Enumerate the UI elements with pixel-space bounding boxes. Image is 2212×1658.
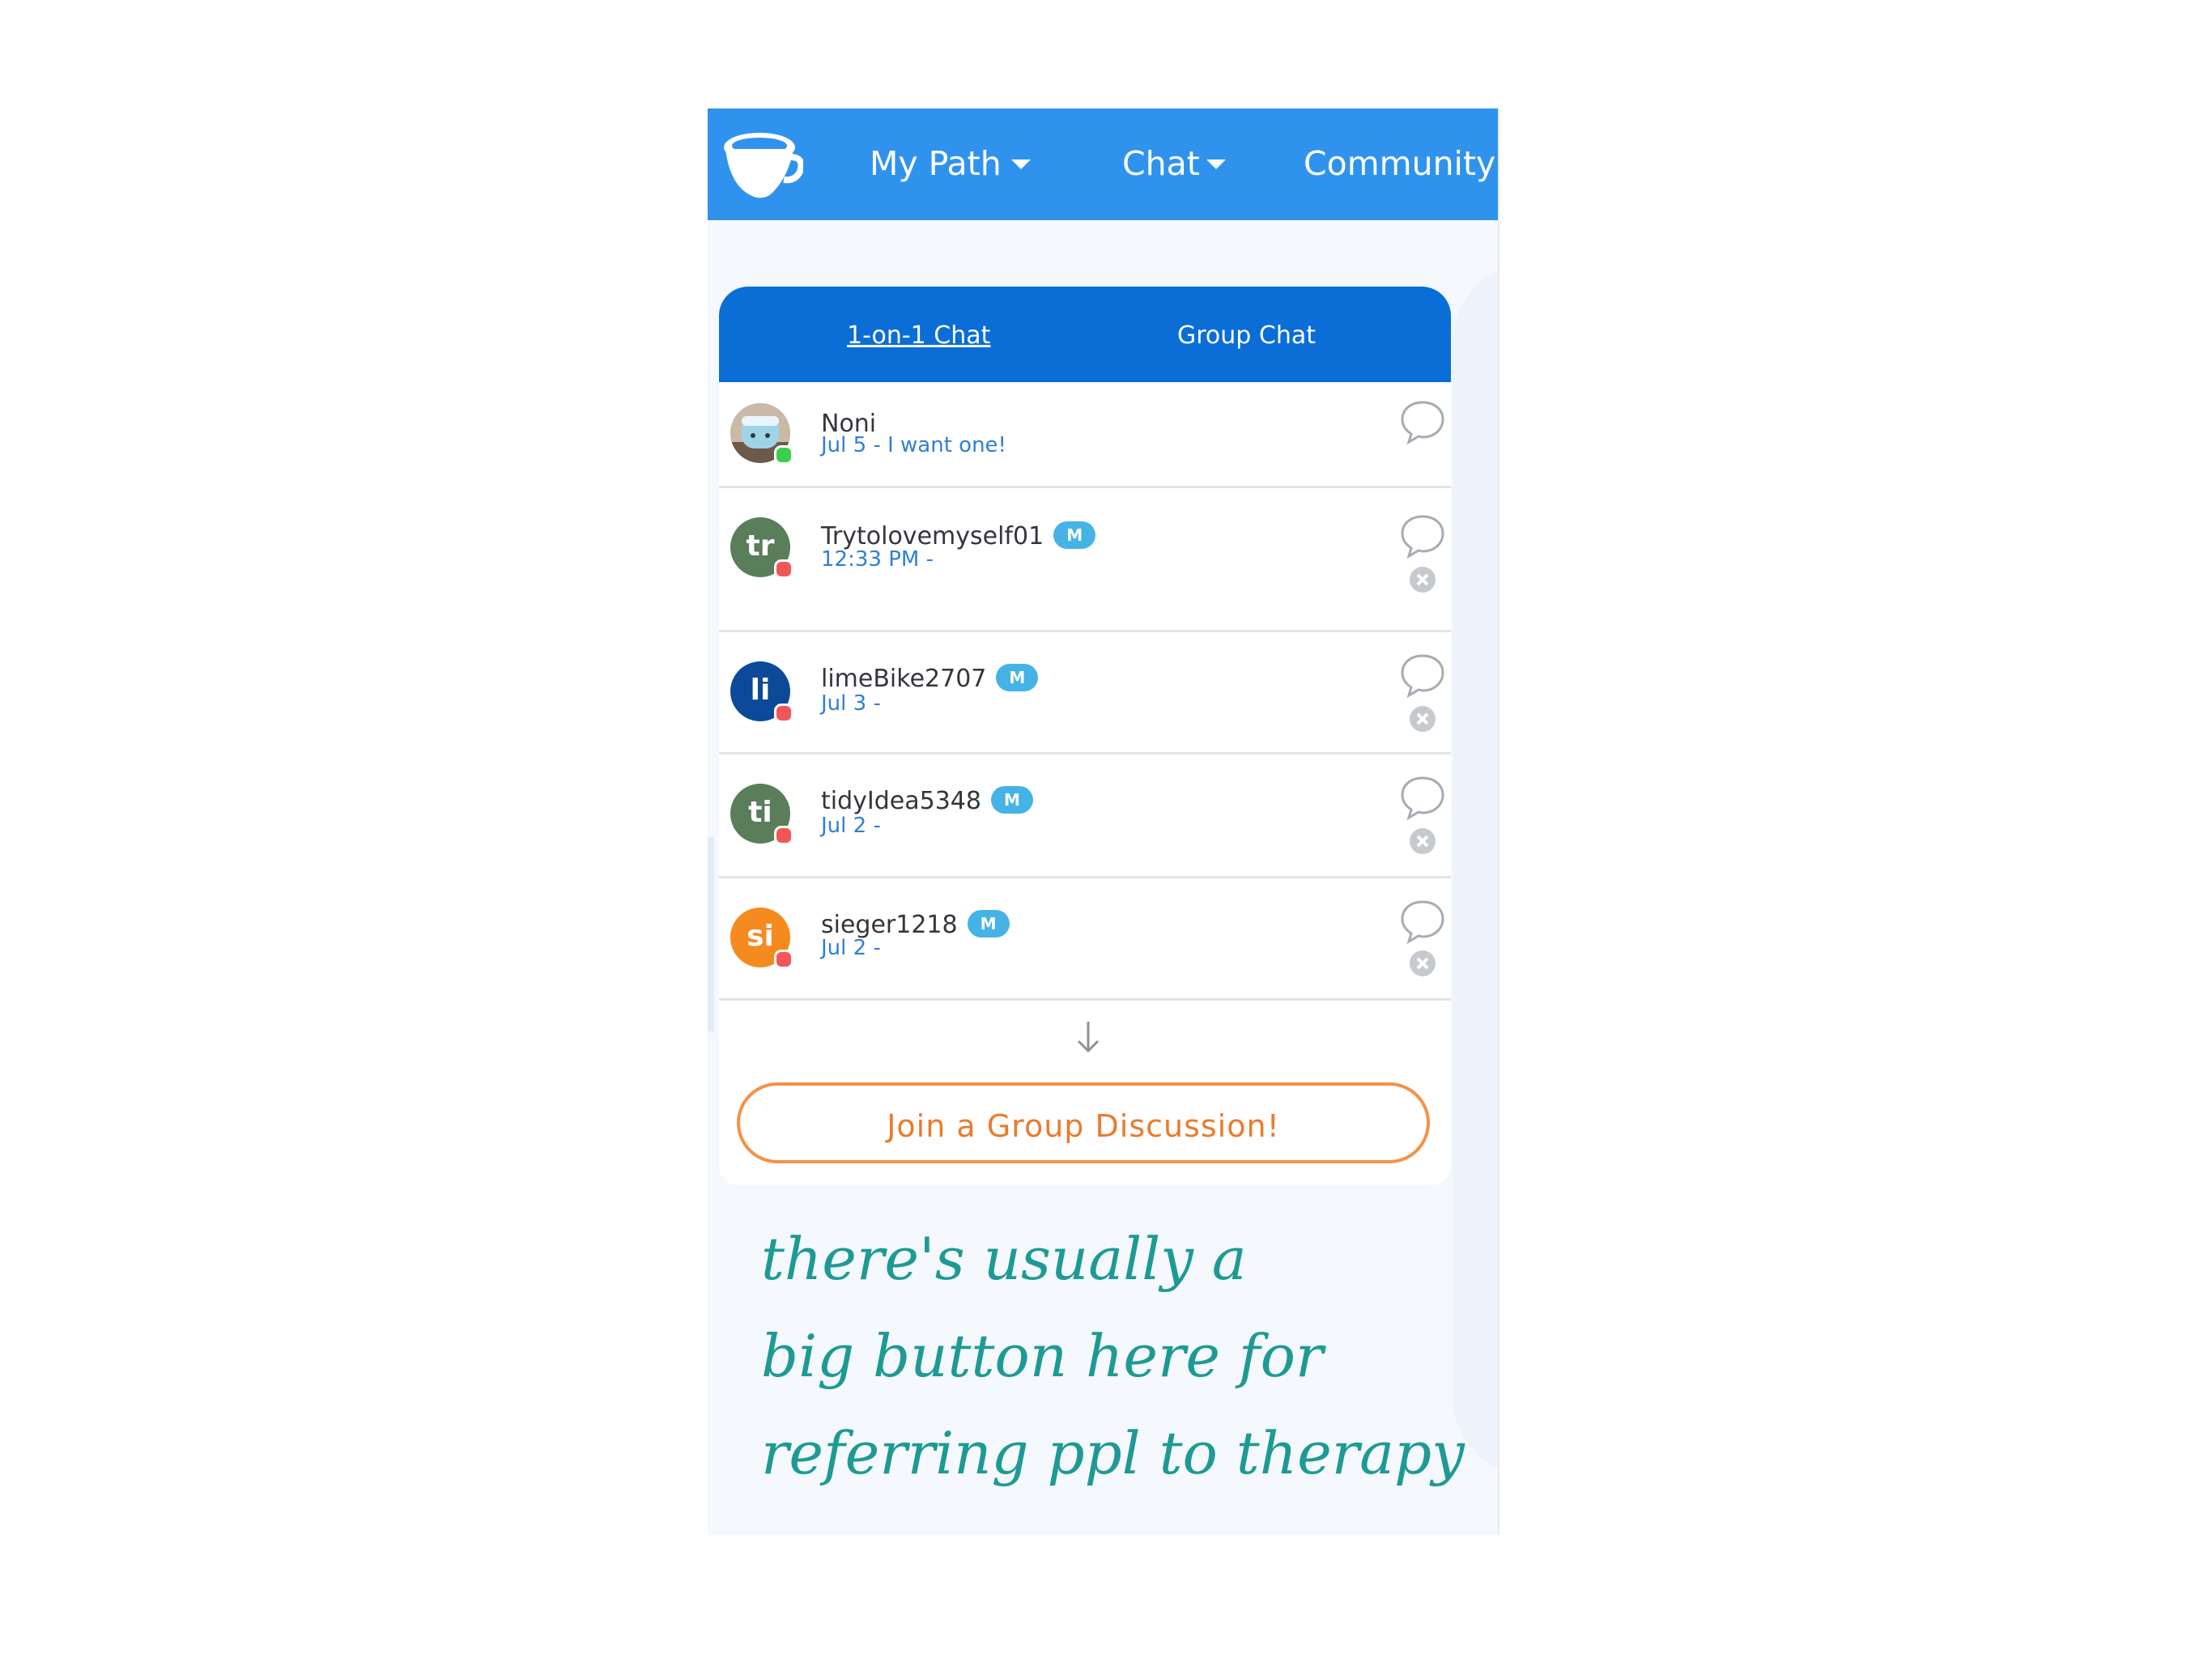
tab-group-chat[interactable]: Group Chat [1177,317,1316,355]
close-icon[interactable] [1409,827,1436,855]
avatar [730,403,793,465]
member-badge: M [990,785,1033,814]
conversation-row[interactable]: ti tidyIdea5348 M Jul 2 - [719,755,1451,878]
tab-1-on-1-chat[interactable]: 1-on-1 Chat [847,317,990,355]
nav-chat-label: Chat [1122,144,1200,183]
chat-tabs: 1-on-1 Chat Group Chat [719,287,1451,382]
teacup-logo-icon[interactable] [719,125,805,204]
avatar-initials: li [750,674,771,707]
conversation-name-text: limeBike2707 [821,665,987,693]
chat-bubble-icon[interactable] [1399,898,1446,945]
conversation-name-text: tidyIdea5348 [821,787,981,815]
offline-status-dot [774,950,793,969]
chat-bubble-icon[interactable] [1399,652,1446,699]
offline-status-dot [774,559,793,579]
chat-bubble-icon[interactable] [1399,512,1446,559]
caret-down-icon [1010,159,1031,169]
avatar-initials: si [747,920,774,953]
nav-chat[interactable]: Chat [1122,139,1226,188]
avatar-initials: ti [748,796,772,829]
chat-bubble-icon[interactable] [1399,774,1446,821]
member-badge: M [996,663,1039,691]
handwritten-annotation: there's usually a big button here for re… [753,1198,1498,1506]
background-decoration [708,837,714,1031]
conversation-preview: Jul 3 - [821,691,881,716]
svg-text:there's usually a: there's usually a [761,1225,1247,1293]
conversation-preview: Jul 2 - [821,936,881,960]
avatar: tr [730,517,793,579]
offline-status-dot [774,704,793,723]
close-icon[interactable] [1409,705,1436,733]
conversation-preview: 12:33 PM - [821,547,934,572]
close-icon[interactable] [1409,950,1436,977]
conversation-row[interactable]: tr Trytolovemyself01 M 12:33 PM - [719,488,1451,632]
join-group-discussion-button[interactable]: Join a Group Discussion! [737,1082,1430,1163]
nav-my-path[interactable]: My Path [870,139,1031,188]
avatar-initials: tr [746,529,775,563]
avatar: si [730,908,793,969]
svg-text:referring ppl to therapy: referring ppl to therapy [761,1419,1465,1487]
offline-status-dot [774,826,793,845]
online-status-dot [774,445,793,465]
conversation-preview: Jul 2 - [821,814,881,838]
nav-my-path-label: My Path [870,144,1002,183]
scroll-down-arrow-icon[interactable] [1072,1017,1104,1057]
close-icon[interactable] [1409,566,1436,593]
nav-community-label: Community [1304,144,1496,183]
conversation-row[interactable]: li limeBike2707 M Jul 3 - [719,632,1451,755]
chat-bubble-icon[interactable] [1399,398,1446,445]
caret-down-icon [1206,159,1226,169]
nav-community[interactable]: Community [1304,139,1495,188]
avatar: li [730,661,793,723]
top-navbar: My Path Chat Community [708,108,1498,220]
chat-list-card: 1-on-1 Chat Group Chat Noni Jul 5 - I wa… [719,287,1451,1185]
svg-text:big button here for: big button here for [761,1322,1326,1390]
conversation-row[interactable]: si sieger1218 M Jul 2 - [719,878,1451,1001]
member-badge: M [1053,521,1096,549]
member-badge: M [967,909,1010,937]
avatar: ti [730,784,793,845]
conversation-preview: Jul 5 - I want one! [821,433,1006,457]
conversation-row[interactable]: Noni Jul 5 - I want one! [719,382,1451,488]
